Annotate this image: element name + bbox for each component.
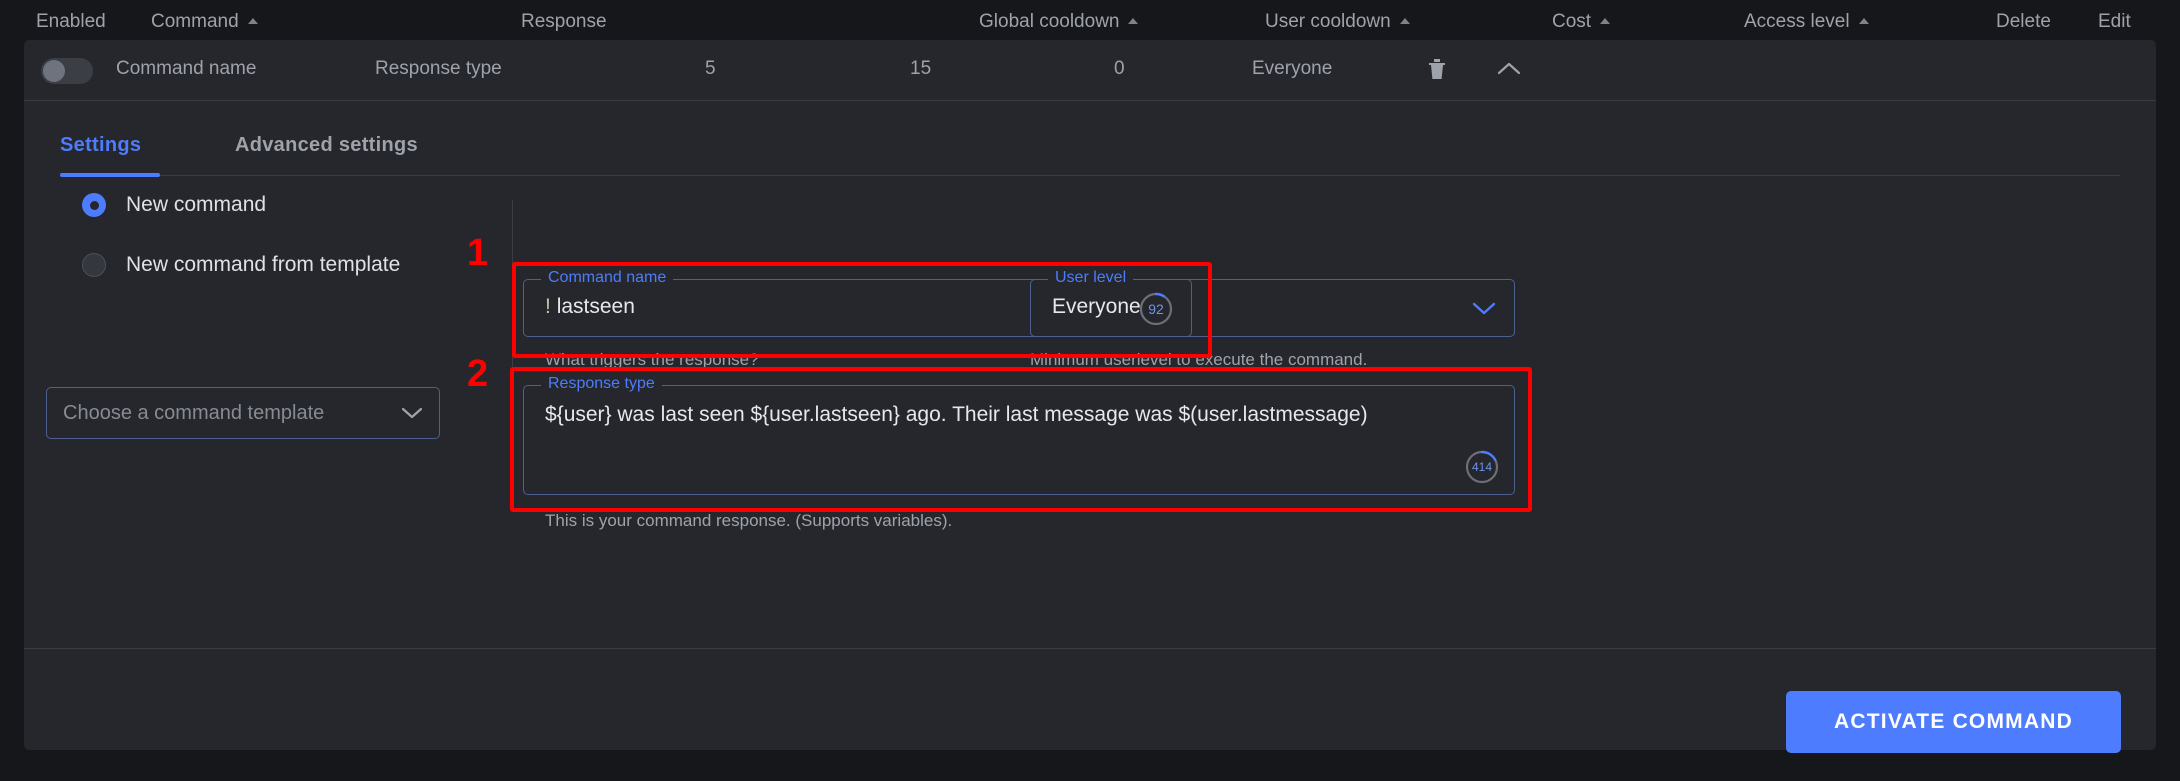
column-header-delete-label: Delete <box>1996 11 2051 33</box>
column-header-response: Response <box>521 11 607 33</box>
cell-response: Response type <box>375 58 502 80</box>
tab-advanced-settings-label: Advanced settings <box>235 134 418 157</box>
command-prefix: ! <box>545 295 551 318</box>
column-header-global-cooldown[interactable]: Global cooldown <box>979 11 1138 33</box>
command-editor-page: Enabled Command Response Global cooldown… <box>0 0 2180 781</box>
column-header-user-cooldown[interactable]: User cooldown <box>1265 11 1410 33</box>
column-header-enabled: Enabled <box>36 11 106 33</box>
tab-settings[interactable]: Settings <box>60 130 141 176</box>
response-type-value: ${user} was last seen ${user.lastseen} a… <box>545 403 1490 427</box>
annotation-number-1: 1 <box>467 232 488 275</box>
radio-new-command-from-template[interactable]: New command from template <box>82 250 490 280</box>
response-type-field[interactable]: Response type ${user} was last seen ${us… <box>523 385 1515 495</box>
response-type-label: Response type <box>541 375 662 393</box>
footer-divider <box>24 648 2156 649</box>
radio-new-command[interactable]: New command <box>82 190 490 220</box>
enabled-toggle[interactable] <box>41 58 93 84</box>
user-level-helper: Minimum userlevel to execute the command… <box>1030 350 1367 370</box>
collapse-row-button[interactable] <box>1494 54 1524 84</box>
column-header-user-cooldown-label: User cooldown <box>1265 11 1391 33</box>
activate-command-button[interactable]: ACTIVATE COMMAND <box>1786 691 2121 753</box>
chevron-up-icon <box>1497 61 1521 77</box>
sort-ascending-icon <box>1859 18 1869 24</box>
settings-tabs: Settings Advanced settings <box>60 130 2120 176</box>
column-header-delete: Delete <box>1996 11 2051 33</box>
annotation-number-2: 2 <box>467 353 488 396</box>
user-level-field[interactable]: User level Everyone <box>1030 279 1515 337</box>
radio-new-command-from-template-label: New command from template <box>126 253 400 277</box>
response-type-helper: This is your command response. (Supports… <box>545 511 952 531</box>
delete-button[interactable] <box>1422 54 1452 84</box>
response-type-char-counter: 414 <box>1465 450 1499 484</box>
command-template-placeholder: Choose a command template <box>63 402 401 425</box>
command-name-text: lastseen <box>557 295 635 318</box>
radio-unselected-icon <box>82 253 106 277</box>
cell-global-cooldown: 5 <box>705 58 716 80</box>
column-header-access-level[interactable]: Access level <box>1744 11 1869 33</box>
column-header-cost[interactable]: Cost <box>1552 11 1610 33</box>
tab-active-indicator <box>60 173 160 177</box>
column-header-response-label: Response <box>521 11 607 33</box>
chevron-down-icon <box>1472 301 1496 316</box>
commands-table-header: Enabled Command Response Global cooldown… <box>0 0 2180 40</box>
cell-user-cooldown: 15 <box>910 58 931 80</box>
cell-access-level: Everyone <box>1252 58 1332 80</box>
user-level-value: Everyone <box>1052 295 1141 319</box>
column-header-cost-label: Cost <box>1552 11 1591 33</box>
command-name-value: ! lastseen <box>545 295 635 319</box>
column-header-access-level-label: Access level <box>1744 11 1850 33</box>
trash-icon <box>1427 58 1447 80</box>
table-row: Command name Response type 5 15 0 Everyo… <box>24 40 2156 100</box>
tab-settings-label: Settings <box>60 134 141 157</box>
column-header-global-cooldown-label: Global cooldown <box>979 11 1119 33</box>
column-header-enabled-label: Enabled <box>36 11 106 33</box>
command-name-helper: What triggers the response? <box>545 350 759 370</box>
column-header-edit: Edit <box>2098 11 2131 33</box>
row-divider <box>24 100 2156 101</box>
tab-advanced-settings[interactable]: Advanced settings <box>235 130 418 176</box>
column-header-edit-label: Edit <box>2098 11 2131 33</box>
toggle-knob <box>43 60 65 82</box>
cell-command: Command name <box>116 58 256 80</box>
sort-ascending-icon <box>1600 18 1610 24</box>
user-level-label: User level <box>1048 269 1133 287</box>
cell-cost: 0 <box>1114 58 1125 80</box>
command-template-select[interactable]: Choose a command template <box>46 387 440 439</box>
radio-selected-icon <box>82 193 106 217</box>
column-header-command[interactable]: Command <box>151 11 258 33</box>
sort-ascending-icon <box>1400 18 1410 24</box>
command-expanded-card: Command name Response type 5 15 0 Everyo… <box>24 40 2156 750</box>
chevron-down-icon <box>401 406 423 420</box>
counter-ring-icon <box>1465 450 1499 484</box>
radio-new-command-label: New command <box>126 193 266 217</box>
column-header-command-label: Command <box>151 11 239 33</box>
command-name-label: Command name <box>541 269 673 287</box>
sort-ascending-icon <box>1128 18 1138 24</box>
command-source-options: New command New command from template <box>60 190 490 297</box>
sort-ascending-icon <box>248 18 258 24</box>
column-divider <box>512 200 513 460</box>
